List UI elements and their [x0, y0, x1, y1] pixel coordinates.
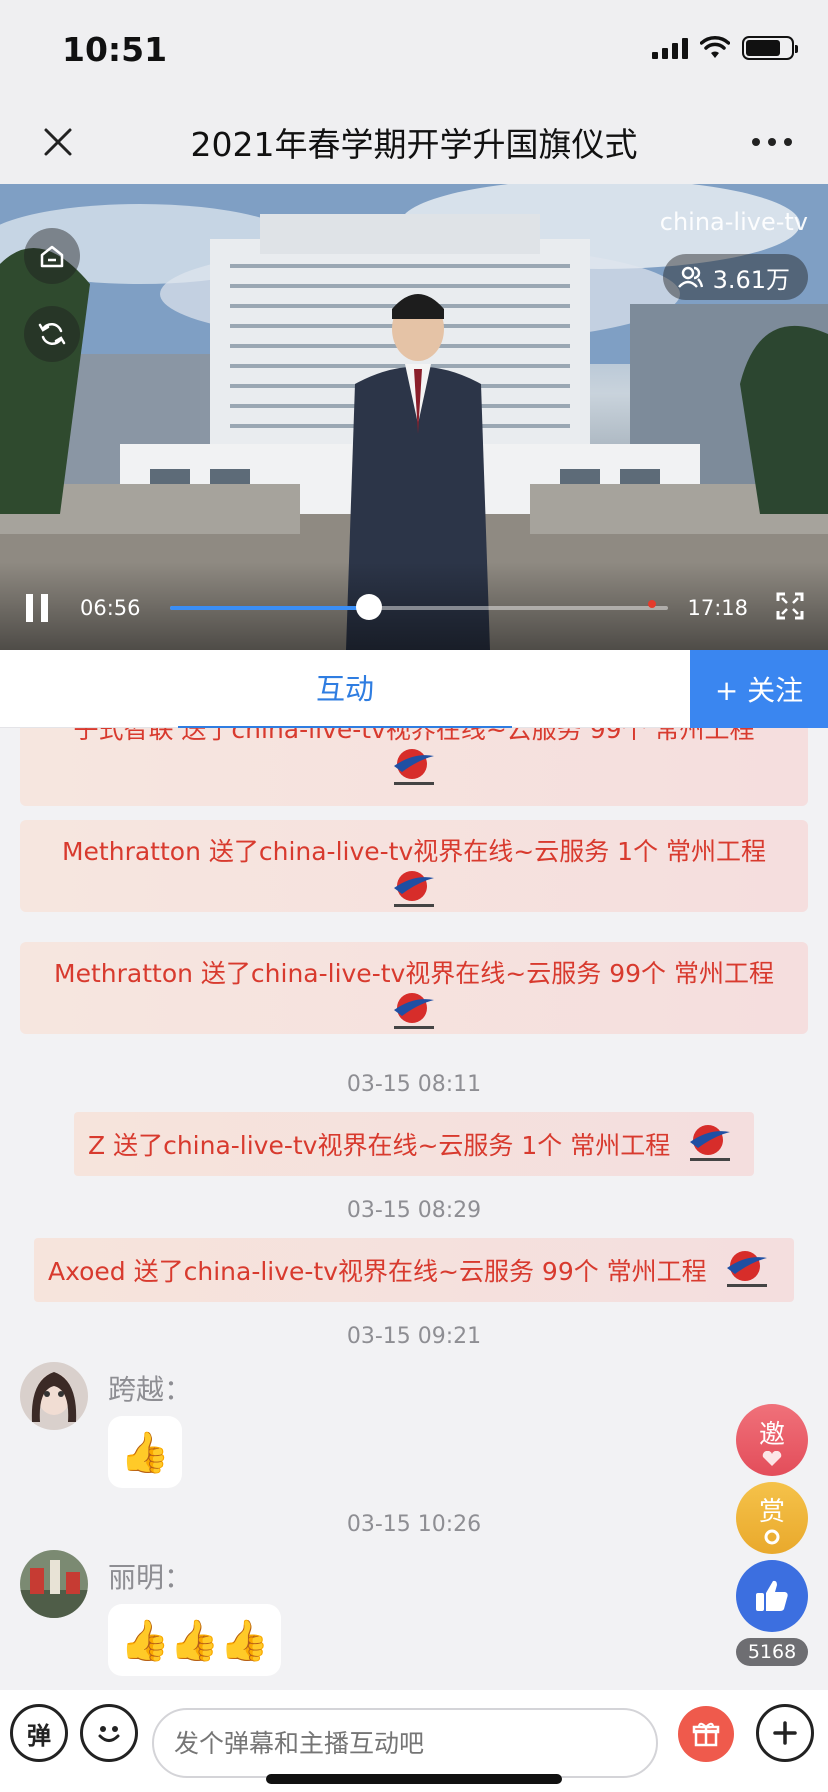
gift-event: Z 送了china-live-tv视界在线~云服务 1个 常州工程	[74, 1112, 754, 1176]
like-count: 5168	[736, 1638, 808, 1666]
like-button[interactable]	[736, 1560, 808, 1632]
refresh-button[interactable]	[24, 306, 80, 362]
player-controls: 06:56 17:18	[0, 562, 828, 650]
heart-icon	[762, 1450, 782, 1466]
chat-message: 丽明： 👍👍👍	[20, 1550, 420, 1680]
gift-card: Methratton 送了china-live-tv视界在线~云服务 99个 常…	[20, 942, 808, 1034]
school-logo-icon	[394, 749, 434, 785]
thumbs-up-emoji: 👍👍👍	[120, 1617, 270, 1664]
school-logo-icon	[394, 871, 434, 907]
progress-fill	[170, 606, 370, 610]
reward-button[interactable]: 赏	[736, 1482, 808, 1554]
timestamp: 03-15 09:21	[346, 1324, 482, 1349]
gift-card: 子式智联 送了china-live-tv视界在线~云服务 99个 常州工程	[20, 728, 808, 806]
status-time: 10:51	[62, 30, 168, 69]
timestamp: 03-15 08:29	[346, 1198, 482, 1223]
close-icon[interactable]	[36, 120, 80, 164]
chat-bubble: 👍	[108, 1416, 182, 1488]
gift-card-text: Methratton 送了china-live-tv视界在线~云服务 1个 常州…	[61, 837, 767, 866]
total-time: 17:18	[687, 596, 748, 620]
gift-card: Methratton 送了china-live-tv视界在线~云服务 1个 常州…	[20, 820, 808, 912]
timestamp: 03-15 10:26	[346, 1512, 482, 1537]
home-indicator	[266, 1774, 562, 1784]
coin-icon	[764, 1529, 780, 1544]
page-title: 2021年春学期开学升国旗仪式	[190, 125, 638, 164]
school-logo-icon	[394, 993, 434, 1029]
viewers-icon	[677, 266, 703, 288]
emoji-button[interactable]	[80, 1704, 138, 1762]
tab-bar: 互动 + 关注	[0, 650, 828, 729]
status-bar: 10:51	[0, 0, 828, 100]
fullscreen-icon[interactable]	[776, 592, 804, 620]
status-icons	[652, 36, 798, 60]
school-logo-icon	[690, 1125, 731, 1161]
gift-card-text: 子式智联 送了china-live-tv视界在线~云服务 99个 常州工程	[73, 728, 755, 744]
thumbs-up-icon	[756, 1580, 788, 1611]
interaction-feed[interactable]: 子式智联 送了china-live-tv视界在线~云服务 99个 常州工程 Me…	[0, 728, 828, 1690]
chat-username: 丽明：	[108, 1561, 193, 1594]
progress-marker	[648, 600, 657, 608]
gift-card-text: Methratton 送了china-live-tv视界在线~云服务 99个 常…	[54, 959, 774, 988]
comment-input[interactable]	[152, 1708, 658, 1778]
refresh-icon	[38, 322, 66, 346]
plus-button[interactable]	[756, 1704, 814, 1762]
pause-button[interactable]	[26, 594, 52, 622]
chat-message: 跨越： 👍	[20, 1362, 420, 1492]
gift-event: Axoed 送了china-live-tv视界在线~云服务 99个 常州工程	[34, 1238, 794, 1302]
gift-button[interactable]	[678, 1706, 734, 1762]
current-time: 06:56	[80, 596, 141, 620]
chat-bubble: 👍👍👍	[108, 1604, 282, 1676]
cellular-signal-icon	[652, 37, 688, 59]
gift-event-text: Z 送了china-live-tv视界在线~云服务 1个 常州工程	[88, 1131, 671, 1160]
invite-label: 邀	[758, 1419, 785, 1450]
home-button[interactable]	[24, 228, 80, 284]
follow-button[interactable]: + 关注	[690, 650, 828, 728]
danmu-toggle-button[interactable]: 弹	[10, 1704, 68, 1762]
video-player[interactable]: china-live-tv 3.61万 06:56 17:18	[0, 184, 828, 650]
battery-icon	[742, 36, 798, 60]
tab-interact[interactable]: 互动	[0, 650, 690, 728]
invite-button[interactable]: 邀	[736, 1404, 808, 1476]
progress-bar[interactable]	[170, 594, 668, 620]
gift-event-text: Axoed 送了china-live-tv视界在线~云服务 99个 常州工程	[48, 1257, 707, 1286]
avatar[interactable]	[20, 1362, 88, 1430]
thumbs-up-emoji: 👍	[120, 1429, 170, 1476]
chat-username: 跨越：	[108, 1373, 193, 1406]
nav-bar: 2021年春学期开学升国旗仪式	[0, 100, 828, 184]
smiley-icon	[98, 1726, 120, 1742]
avatar[interactable]	[20, 1550, 88, 1618]
more-icon[interactable]	[744, 120, 800, 164]
home-icon	[40, 245, 64, 268]
wifi-icon	[700, 36, 730, 58]
channel-watermark: china-live-tv	[659, 208, 808, 236]
gift-icon	[692, 1722, 720, 1747]
reward-label: 赏	[758, 1496, 785, 1527]
timestamp: 03-15 08:11	[346, 1072, 482, 1097]
viewer-count-badge: 3.61万	[662, 254, 808, 300]
plus-icon	[773, 1721, 797, 1745]
progress-thumb[interactable]	[356, 594, 383, 620]
viewer-count: 3.61万	[712, 265, 790, 294]
school-logo-icon	[726, 1251, 767, 1287]
